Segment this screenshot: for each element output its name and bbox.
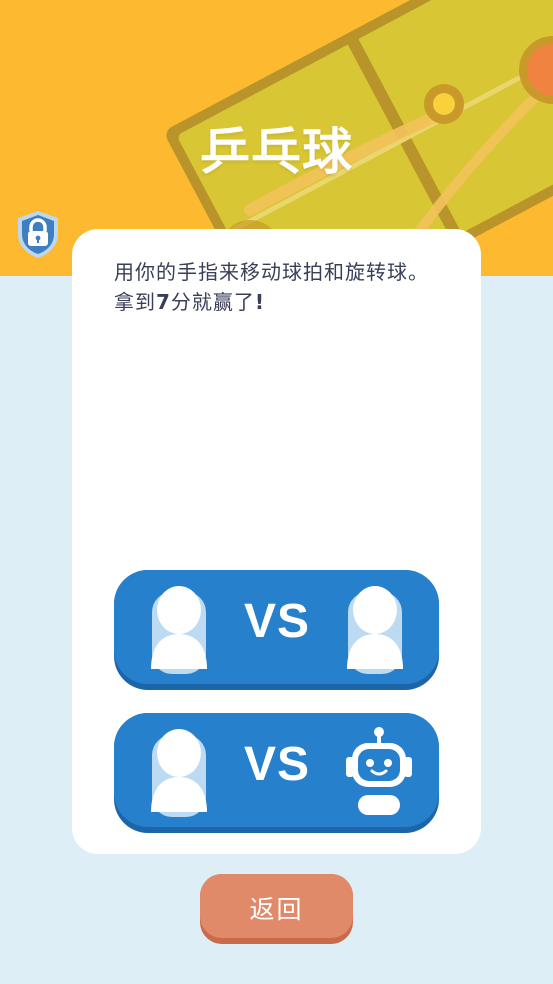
robot-icon: [344, 727, 414, 823]
person-icon: [344, 584, 406, 678]
back-button[interactable]: 返回: [200, 874, 353, 944]
person-icon: [148, 727, 210, 821]
player-vs-player-button[interactable]: VS: [114, 570, 439, 690]
page-title: 乒乓球: [200, 123, 353, 181]
game-card: 用你的手指来移动球拍和旋转球。拿到7分就赢了! VS VS: [72, 229, 481, 854]
player-vs-player-button-face: VS: [114, 570, 439, 684]
player-vs-robot-button[interactable]: VS: [114, 713, 439, 833]
back-button-label: 返回: [249, 895, 304, 924]
vs-label: VS: [243, 738, 311, 791]
person-icon: [148, 584, 210, 678]
instructions-score: 7: [156, 290, 171, 314]
instructions-end: !: [254, 290, 266, 314]
instructions-text: 用你的手指来移动球拍和旋转球。拿到7分就赢了!: [114, 257, 449, 317]
vs-label: VS: [243, 595, 311, 648]
app-screen: 乒乓球 用你的手指来移动球拍和旋转球。拿到7分就赢了! VS VS 返回: [0, 0, 553, 984]
instructions-part2: 分就赢了: [170, 290, 255, 314]
player-vs-robot-button-face: VS: [114, 713, 439, 827]
back-button-face: 返回: [200, 874, 353, 938]
lock-icon[interactable]: [13, 208, 63, 260]
